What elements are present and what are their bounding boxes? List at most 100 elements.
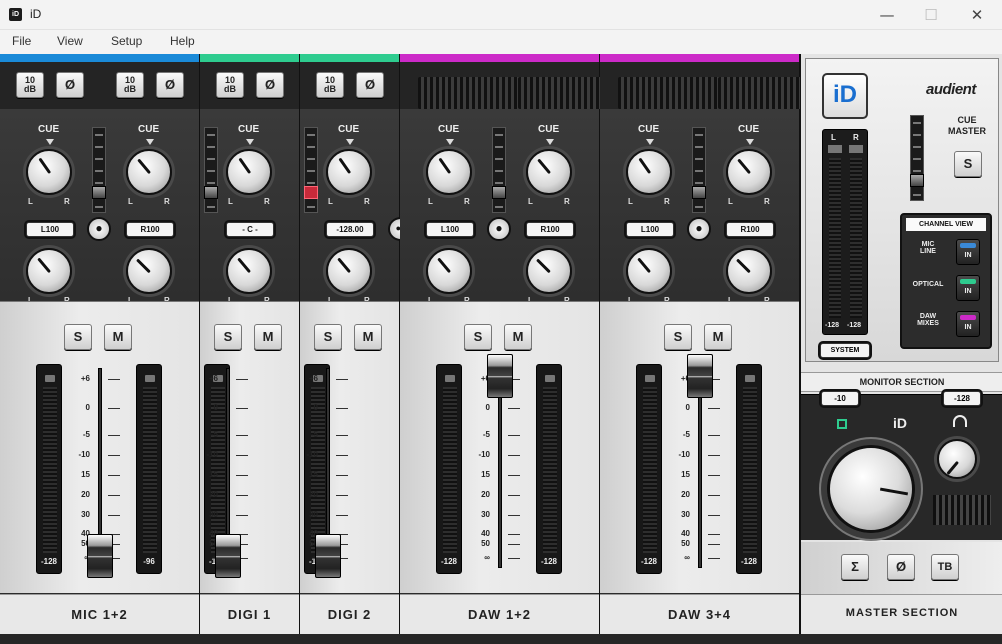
- pan-value-display: L100: [426, 222, 474, 237]
- mute-button[interactable]: M: [354, 324, 382, 350]
- solo-button[interactable]: S: [214, 324, 242, 350]
- cue-pan-knob[interactable]: [26, 248, 72, 294]
- cue-master-fader-cap[interactable]: [910, 174, 924, 187]
- fader-cap[interactable]: [215, 534, 241, 578]
- channel-strip: CUELRLRL100CUELRLRR100●SM-128-128+60-5-1…: [400, 54, 682, 634]
- fader-scale-tick: [236, 475, 248, 476]
- knob-indicator: [536, 258, 551, 274]
- phase-button[interactable]: Ø: [156, 72, 184, 98]
- cue-pan-knob[interactable]: [126, 248, 172, 294]
- knob-indicator: [237, 257, 252, 274]
- fader-scale-label: 20: [681, 490, 690, 499]
- knob-r-label: R: [664, 197, 670, 206]
- maximize-button[interactable]: ☐: [908, 0, 954, 30]
- mute-button[interactable]: M: [704, 324, 732, 350]
- meter-tick: [495, 134, 503, 136]
- cue-level-knob[interactable]: [126, 149, 172, 195]
- fader-cap[interactable]: [87, 534, 113, 578]
- close-button[interactable]: ✕: [954, 0, 1000, 30]
- mic-line-in-button[interactable]: IN: [956, 239, 980, 265]
- cue-pan-knob[interactable]: [726, 248, 772, 294]
- knob-l-label: L: [428, 197, 433, 206]
- strip-fader-panel: SM-128+60-5-101520304050∞: [200, 301, 299, 593]
- optical-in-button[interactable]: IN: [956, 275, 980, 301]
- solo-button[interactable]: S: [64, 324, 92, 350]
- daw-mixes-in-button[interactable]: IN: [956, 311, 980, 337]
- monitor-volume-knob[interactable]: [827, 445, 915, 533]
- meter-tick: [307, 146, 315, 148]
- knob-r-label: R: [764, 197, 770, 206]
- cue-level-knob[interactable]: [426, 149, 472, 195]
- sum-button[interactable]: Σ: [841, 554, 869, 580]
- polarity-button[interactable]: Ø: [887, 554, 915, 580]
- cue-pan-knob[interactable]: [226, 248, 272, 294]
- fader-scale-label: +6: [208, 374, 218, 383]
- mute-button[interactable]: M: [104, 324, 132, 350]
- link-button[interactable]: ●: [687, 217, 711, 241]
- phase-button[interactable]: Ø: [56, 72, 84, 98]
- cue-fader-cap[interactable]: [92, 186, 106, 199]
- minimize-button[interactable]: —: [864, 0, 910, 30]
- cue-master-label: CUE MASTER: [948, 115, 986, 136]
- cue-fader-cap[interactable]: [692, 186, 706, 199]
- cue-fader-cap[interactable]: [204, 186, 218, 199]
- mute-button[interactable]: M: [254, 324, 282, 350]
- cue-pan-knob[interactable]: [526, 248, 572, 294]
- app-icon: iD: [9, 8, 22, 21]
- clip-led: [645, 375, 655, 382]
- meter-value: -128: [540, 557, 557, 566]
- knob-indicator: [537, 158, 552, 175]
- fader-scale-tick: [236, 515, 248, 516]
- pad-button[interactable]: 10 dB: [216, 72, 244, 98]
- meter-tick: [207, 182, 215, 184]
- link-button[interactable]: ●: [487, 217, 511, 241]
- solo-button[interactable]: S: [314, 324, 342, 350]
- knob-r-label: R: [364, 197, 370, 206]
- pad-button[interactable]: 10 dB: [316, 72, 344, 98]
- cue-label: CUE: [238, 124, 260, 135]
- meter-tick: [207, 206, 215, 208]
- fader-scale-tick: [108, 379, 120, 380]
- cue-pan-knob[interactable]: [326, 248, 372, 294]
- strip-name: DAW 1+2: [468, 607, 531, 622]
- solo-button[interactable]: S: [664, 324, 692, 350]
- mute-button[interactable]: M: [504, 324, 532, 350]
- speaker-icon: [837, 419, 847, 429]
- cue-fader-cap[interactable]: [304, 186, 318, 199]
- cue-level-knob[interactable]: [26, 149, 72, 195]
- phones-volume-knob[interactable]: [937, 439, 977, 479]
- fader-scale-tick: [708, 455, 720, 456]
- system-button[interactable]: SYSTEM: [820, 343, 870, 358]
- menu-help[interactable]: Help: [170, 34, 195, 48]
- cue-pan-knob[interactable]: [426, 248, 472, 294]
- fader-cap[interactable]: [487, 354, 513, 398]
- link-button[interactable]: ●: [87, 217, 111, 241]
- meter-tick: [495, 170, 503, 172]
- cue-level-knob[interactable]: [626, 149, 672, 195]
- cue-level-knob[interactable]: [526, 149, 572, 195]
- talkback-button[interactable]: TB: [931, 554, 959, 580]
- pad-button[interactable]: 10 dB: [16, 72, 44, 98]
- menu-view[interactable]: View: [57, 34, 83, 48]
- fader-cap[interactable]: [315, 534, 341, 578]
- strip-cue-panel: CUELRLR-128.00●●: [300, 109, 414, 305]
- cue-marker: [346, 139, 354, 145]
- fader-scale-tick: [508, 475, 520, 476]
- solo-button[interactable]: S: [464, 324, 492, 350]
- menu-setup[interactable]: Setup: [111, 34, 142, 48]
- cue-level-knob[interactable]: [326, 149, 372, 195]
- fader-scale-label: 15: [309, 470, 318, 479]
- cue-mini-meter: [492, 127, 506, 213]
- fader-cap[interactable]: [687, 354, 713, 398]
- cue-fader-cap[interactable]: [492, 186, 506, 199]
- pad-button[interactable]: 10 dB: [116, 72, 144, 98]
- phase-button[interactable]: Ø: [356, 72, 384, 98]
- fader-scale-tick: [508, 408, 520, 409]
- monitor-grille: [933, 495, 991, 525]
- cue-pan-knob[interactable]: [626, 248, 672, 294]
- phase-button[interactable]: Ø: [256, 72, 284, 98]
- cue-level-knob[interactable]: [726, 149, 772, 195]
- menu-file[interactable]: File: [12, 34, 31, 48]
- cue-master-solo-button[interactable]: S: [954, 151, 982, 177]
- cue-level-knob[interactable]: [226, 149, 272, 195]
